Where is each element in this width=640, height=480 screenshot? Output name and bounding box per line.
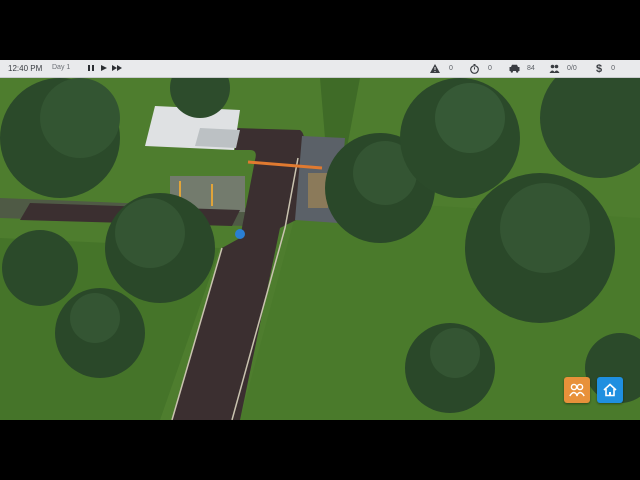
tree: [405, 323, 495, 413]
stopwatch-icon: [470, 63, 479, 74]
pause-icon: [88, 65, 94, 71]
home-button[interactable]: [597, 377, 623, 403]
people-stat[interactable]: 0/0: [549, 62, 577, 75]
building-roof-shade: [195, 128, 240, 148]
tree: [55, 288, 145, 378]
timer-stat[interactable]: 0: [470, 62, 492, 75]
gate-equipment: [308, 173, 328, 208]
alerts-count: 0: [449, 65, 453, 72]
home-icon: [603, 383, 617, 397]
letterbox-top: [0, 0, 640, 60]
timer-count: 0: [488, 65, 492, 72]
fast-forward-button[interactable]: [112, 63, 122, 73]
tree: [400, 78, 520, 198]
game-world-view[interactable]: [0, 78, 640, 420]
car-icon: [509, 64, 520, 73]
tree: [2, 230, 78, 306]
vehicles-stat[interactable]: 84: [509, 62, 535, 75]
tree: [105, 193, 215, 303]
warning-icon: [430, 64, 440, 73]
day-counter: Day 1: [52, 64, 71, 71]
dollar-icon: $: [596, 62, 603, 75]
play-icon: [101, 65, 107, 71]
worker-character[interactable]: [235, 229, 245, 239]
alerts-stat[interactable]: 0: [430, 62, 453, 75]
money-count: 0: [611, 65, 616, 72]
people-menu-button[interactable]: [564, 377, 590, 403]
fast-forward-icon: [112, 65, 122, 71]
tree: [0, 78, 120, 198]
vehicles-count: 84: [527, 65, 535, 72]
pause-button[interactable]: [86, 63, 96, 73]
world-map: [0, 78, 640, 420]
tree: [465, 173, 615, 323]
clock-time: 12:40 PM: [8, 64, 43, 73]
people-count: 0/0: [567, 65, 577, 72]
letterbox-bottom: [0, 420, 640, 480]
money-stat[interactable]: $ 0: [596, 62, 615, 75]
people-icon: [549, 64, 560, 73]
top-hud-bar: 12:40 PM Day 1 0 0 84 0/0 $ 0: [0, 60, 640, 78]
play-button[interactable]: [99, 63, 109, 73]
people-icon: [569, 383, 585, 397]
